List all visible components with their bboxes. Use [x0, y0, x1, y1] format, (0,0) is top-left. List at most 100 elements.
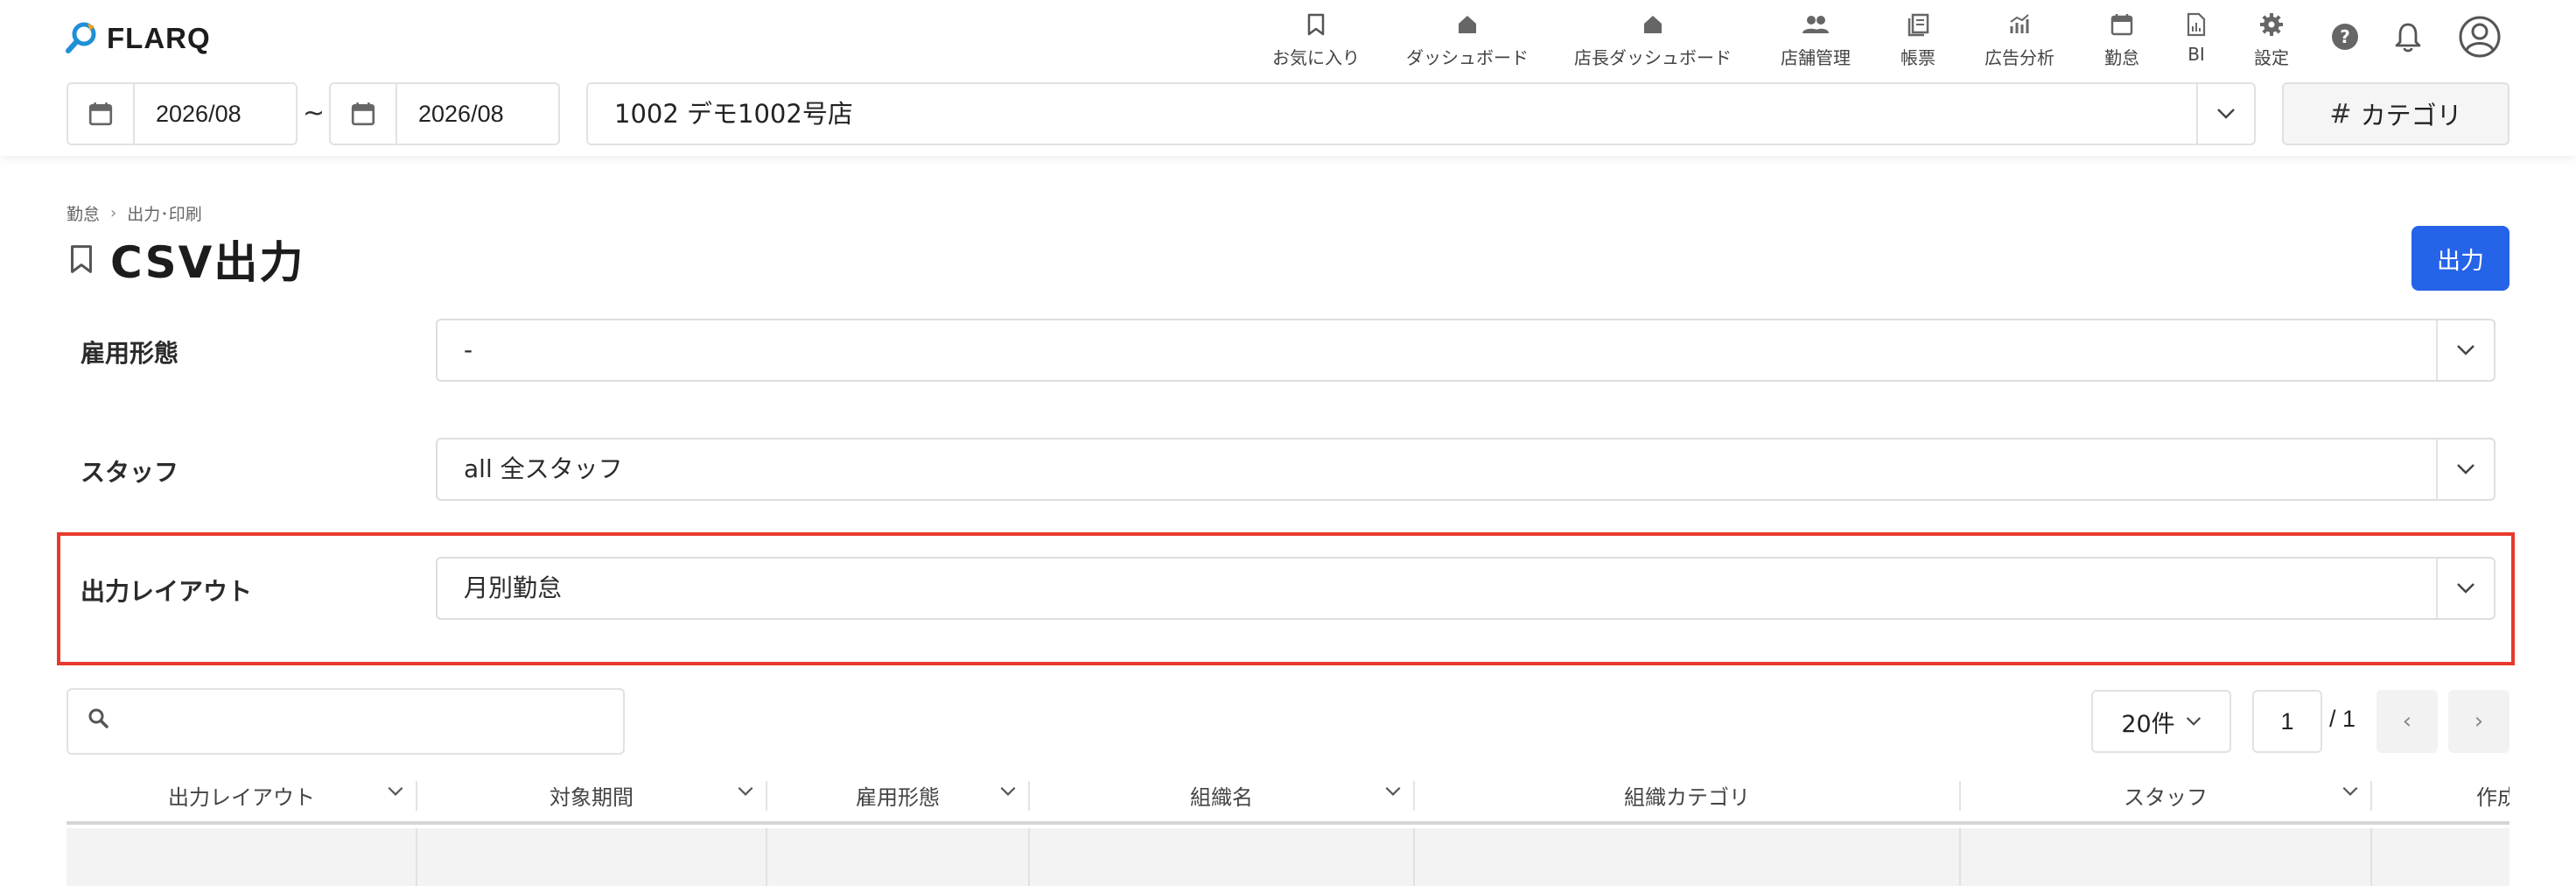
svg-text:?: ?	[2340, 26, 2350, 47]
column-header-label: 作成	[2476, 784, 2510, 810]
nav-ad-analytics[interactable]: 広告分析	[1984, 11, 2054, 72]
report-icon	[1904, 11, 1932, 39]
employment-type-select[interactable]: -	[436, 319, 2496, 382]
nav-label: BI	[2188, 44, 2205, 65]
top-header: FLARQ お気に入り ダッシュボード 店長ダッシュボード 店舗管理 帳票 広告…	[0, 0, 2576, 156]
cell-divider	[766, 828, 767, 886]
prev-page-button[interactable]: ‹	[2376, 690, 2438, 753]
bookmark-icon	[1302, 11, 1330, 39]
people-icon	[1802, 11, 1830, 39]
chevron-down-icon[interactable]	[2342, 786, 2359, 797]
nav-attendance[interactable]: 勤怠	[2104, 11, 2139, 72]
output-button[interactable]: 出力	[2412, 226, 2510, 291]
nav-label: 勤怠	[2104, 47, 2139, 68]
calendar-icon	[2108, 11, 2136, 39]
nav-bi[interactable]: BI	[2182, 11, 2210, 72]
column-header-organization-category[interactable]: 組織カテゴリ	[1414, 769, 1960, 821]
nav-label: 広告分析	[1984, 47, 2054, 68]
nav-settings[interactable]: 設定	[2254, 11, 2289, 72]
search-input[interactable]	[66, 688, 625, 755]
account-button[interactable]	[2457, 14, 2502, 60]
bell-icon	[2395, 23, 2421, 53]
chevron-right-icon: ›	[110, 204, 117, 222]
column-header-label: 出力レイアウト	[168, 784, 315, 810]
employment-type-value: -	[464, 335, 473, 364]
hash-icon: #	[2329, 98, 2352, 130]
page-total: / 1	[2329, 706, 2356, 732]
chevron-down-icon[interactable]	[2196, 84, 2254, 144]
nav-favorites[interactable]: お気に入り	[1272, 11, 1360, 72]
date-to-value: 2026/08	[418, 101, 504, 127]
chevron-down-icon[interactable]	[2436, 439, 2494, 499]
analytics-icon	[2006, 11, 2034, 39]
account-icon	[2459, 16, 2501, 58]
logo-search-icon	[66, 22, 96, 53]
table-row	[66, 828, 2510, 886]
category-button-label: カテゴリ	[2360, 101, 2462, 130]
nav-label: お気に入り	[1272, 47, 1360, 68]
help-button[interactable]: ?	[2326, 18, 2364, 56]
page-title: CSV出力	[110, 237, 305, 288]
chevron-down-icon[interactable]	[1384, 786, 1402, 797]
chevron-down-icon	[2186, 717, 2201, 726]
output-layout-select[interactable]: 月別勤怠	[436, 557, 2496, 620]
category-button[interactable]: # カテゴリ	[2282, 82, 2510, 145]
cell-divider	[416, 828, 417, 886]
next-page-button[interactable]: ›	[2448, 690, 2510, 753]
nav-label: 帳票	[1900, 47, 1936, 68]
table-header: 出力レイアウト 対象期間 雇用形態 組織名 組織カテゴリ スタッフ 作成	[66, 769, 2510, 825]
help-icon: ?	[2332, 24, 2358, 50]
bookmark-icon[interactable]	[66, 243, 96, 276]
breadcrumb-item: 出力･印刷	[127, 205, 202, 224]
store-select[interactable]: 1002 デモ1002号店	[586, 82, 2256, 145]
staff-value: all 全スタッフ	[464, 454, 623, 483]
nav-label: 店長ダッシュボード	[1574, 47, 1732, 68]
output-layout-label: 出力レイアウト	[80, 577, 253, 606]
nav-label: 設定	[2254, 47, 2289, 68]
home-icon	[1453, 11, 1481, 39]
column-header-staff[interactable]: スタッフ	[1960, 769, 2371, 821]
column-header-target-period[interactable]: 対象期間	[416, 769, 766, 821]
logo[interactable]: FLARQ	[65, 19, 211, 58]
chevron-down-icon[interactable]	[2436, 559, 2494, 618]
nav-store-management[interactable]: 店舗管理	[1781, 11, 1851, 72]
nav-dashboard[interactable]: ダッシュボード	[1406, 11, 1529, 72]
notification-button[interactable]	[2389, 18, 2427, 56]
date-to-field[interactable]: 2026/08	[329, 82, 560, 145]
chevron-down-icon[interactable]	[387, 786, 404, 797]
nav-label: ダッシュボード	[1406, 47, 1529, 68]
store-select-value: 1002 デモ1002号店	[614, 99, 853, 129]
chevron-down-icon[interactable]	[2436, 320, 2494, 380]
logo-text: FLARQ	[107, 22, 211, 54]
column-header-output-layout[interactable]: 出力レイアウト	[66, 769, 416, 821]
title-row: CSV出力	[66, 229, 304, 289]
breadcrumb-item[interactable]: 勤怠	[66, 201, 100, 225]
column-header-label: 組織カテゴリ	[1624, 784, 1750, 810]
page-number-input[interactable]: 1	[2252, 690, 2322, 753]
column-header-label: スタッフ	[2124, 784, 2208, 810]
gear-icon	[2258, 11, 2286, 39]
cell-divider	[2370, 828, 2372, 886]
staff-select[interactable]: all 全スタッフ	[436, 438, 2496, 501]
bi-file-icon	[2182, 11, 2210, 39]
home-icon	[1639, 11, 1667, 39]
staff-label: スタッフ	[80, 458, 179, 487]
column-header-employment-type[interactable]: 雇用形態	[766, 769, 1029, 821]
nav-store-dashboard[interactable]: 店長ダッシュボード	[1574, 11, 1732, 72]
chevron-down-icon[interactable]	[999, 786, 1017, 797]
cell-divider	[1959, 828, 1961, 886]
column-header-organization-name[interactable]: 組織名	[1029, 769, 1414, 821]
column-header-label: 雇用形態	[856, 784, 940, 810]
chevron-down-icon[interactable]	[737, 786, 754, 797]
cell-divider	[1413, 828, 1415, 886]
column-header-created[interactable]: 作成	[2371, 769, 2510, 821]
per-page-select[interactable]: 20件	[2091, 690, 2231, 753]
calendar-icon[interactable]	[331, 84, 397, 144]
search-icon	[88, 708, 108, 728]
nav-reports[interactable]: 帳票	[1900, 11, 1936, 72]
date-from-value: 2026/08	[156, 101, 242, 127]
date-from-field[interactable]: 2026/08	[66, 82, 298, 145]
calendar-icon[interactable]	[68, 84, 135, 144]
per-page-value: 20件	[2121, 710, 2175, 738]
date-range-separator: ~	[303, 98, 326, 129]
